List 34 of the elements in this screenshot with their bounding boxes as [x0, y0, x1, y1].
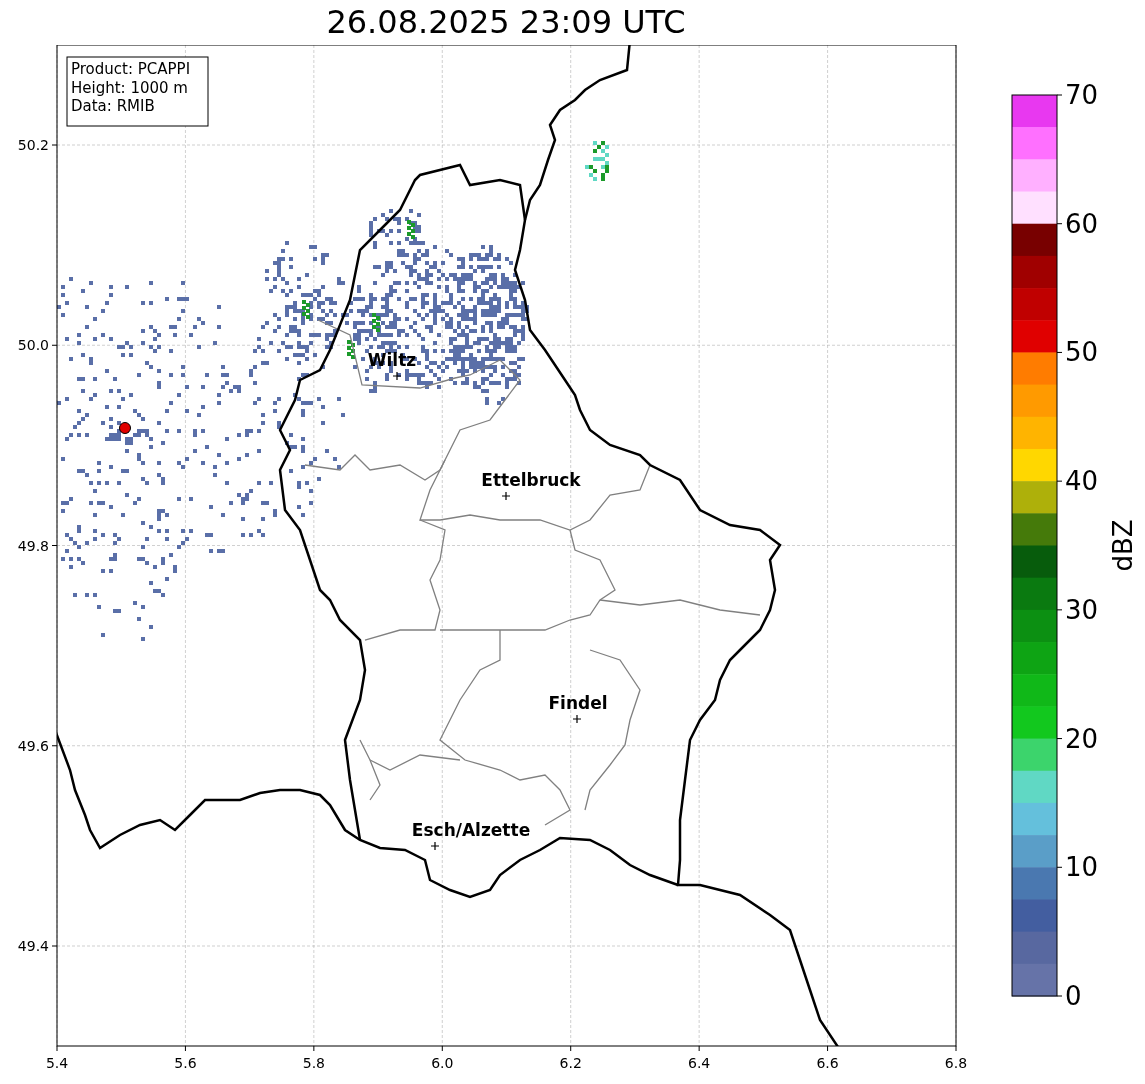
colorbar-tick-label: 40 [1065, 466, 1099, 497]
info-text: Product: PCAPPI [71, 60, 191, 78]
axis-tick-label: 6.2 [559, 1055, 582, 1071]
axis-tick-label: 49.8 [17, 537, 49, 554]
axis-tick-label: 6.0 [431, 1055, 454, 1071]
colorbar-tick-label: 60 [1065, 208, 1099, 239]
city-marker-icon [501, 491, 511, 501]
colorbar-label: dBZ [1108, 519, 1138, 572]
info-text: Data: RMIB [71, 97, 155, 115]
info-text: Height: 1000 m [71, 78, 188, 97]
axis-tick-label: 5.6 [174, 1055, 197, 1071]
radar-site-marker [119, 422, 131, 434]
axis-tick-label: 5.8 [302, 1055, 325, 1071]
axis-tick-label: 50.2 [17, 137, 49, 153]
city-label: Ettelbruck [481, 470, 581, 490]
colorbar-tick-label: 0 [1065, 981, 1082, 1011]
axis-tick-label: 49.4 [17, 938, 49, 954]
colorbar-tick-label: 10 [1065, 852, 1099, 883]
chart-title: 26.08.2025 23:09 UTC [326, 2, 686, 43]
city-marker-icon [392, 371, 402, 381]
axis-tick-label: 49.6 [17, 737, 49, 754]
city-marker-icon [572, 714, 582, 724]
axis-tick-label: 50.0 [17, 337, 49, 354]
axis-tick-label: 5.4 [45, 1055, 69, 1071]
city-marker-icon [430, 841, 440, 851]
axis-tick-label: 6.6 [816, 1055, 839, 1071]
colorbar-tick-label: 50 [1065, 337, 1099, 368]
axis-tick-label: 6.8 [944, 1055, 968, 1071]
city-label: Esch/Alzette [411, 820, 531, 840]
colorbar-tick-label: 20 [1065, 723, 1099, 754]
colorbar-tick-label: 70 [1065, 81, 1099, 110]
axis-tick-label: 6.4 [688, 1055, 711, 1071]
city-label: Findel [548, 693, 608, 713]
colorbar-tick-label: 30 [1065, 594, 1099, 625]
